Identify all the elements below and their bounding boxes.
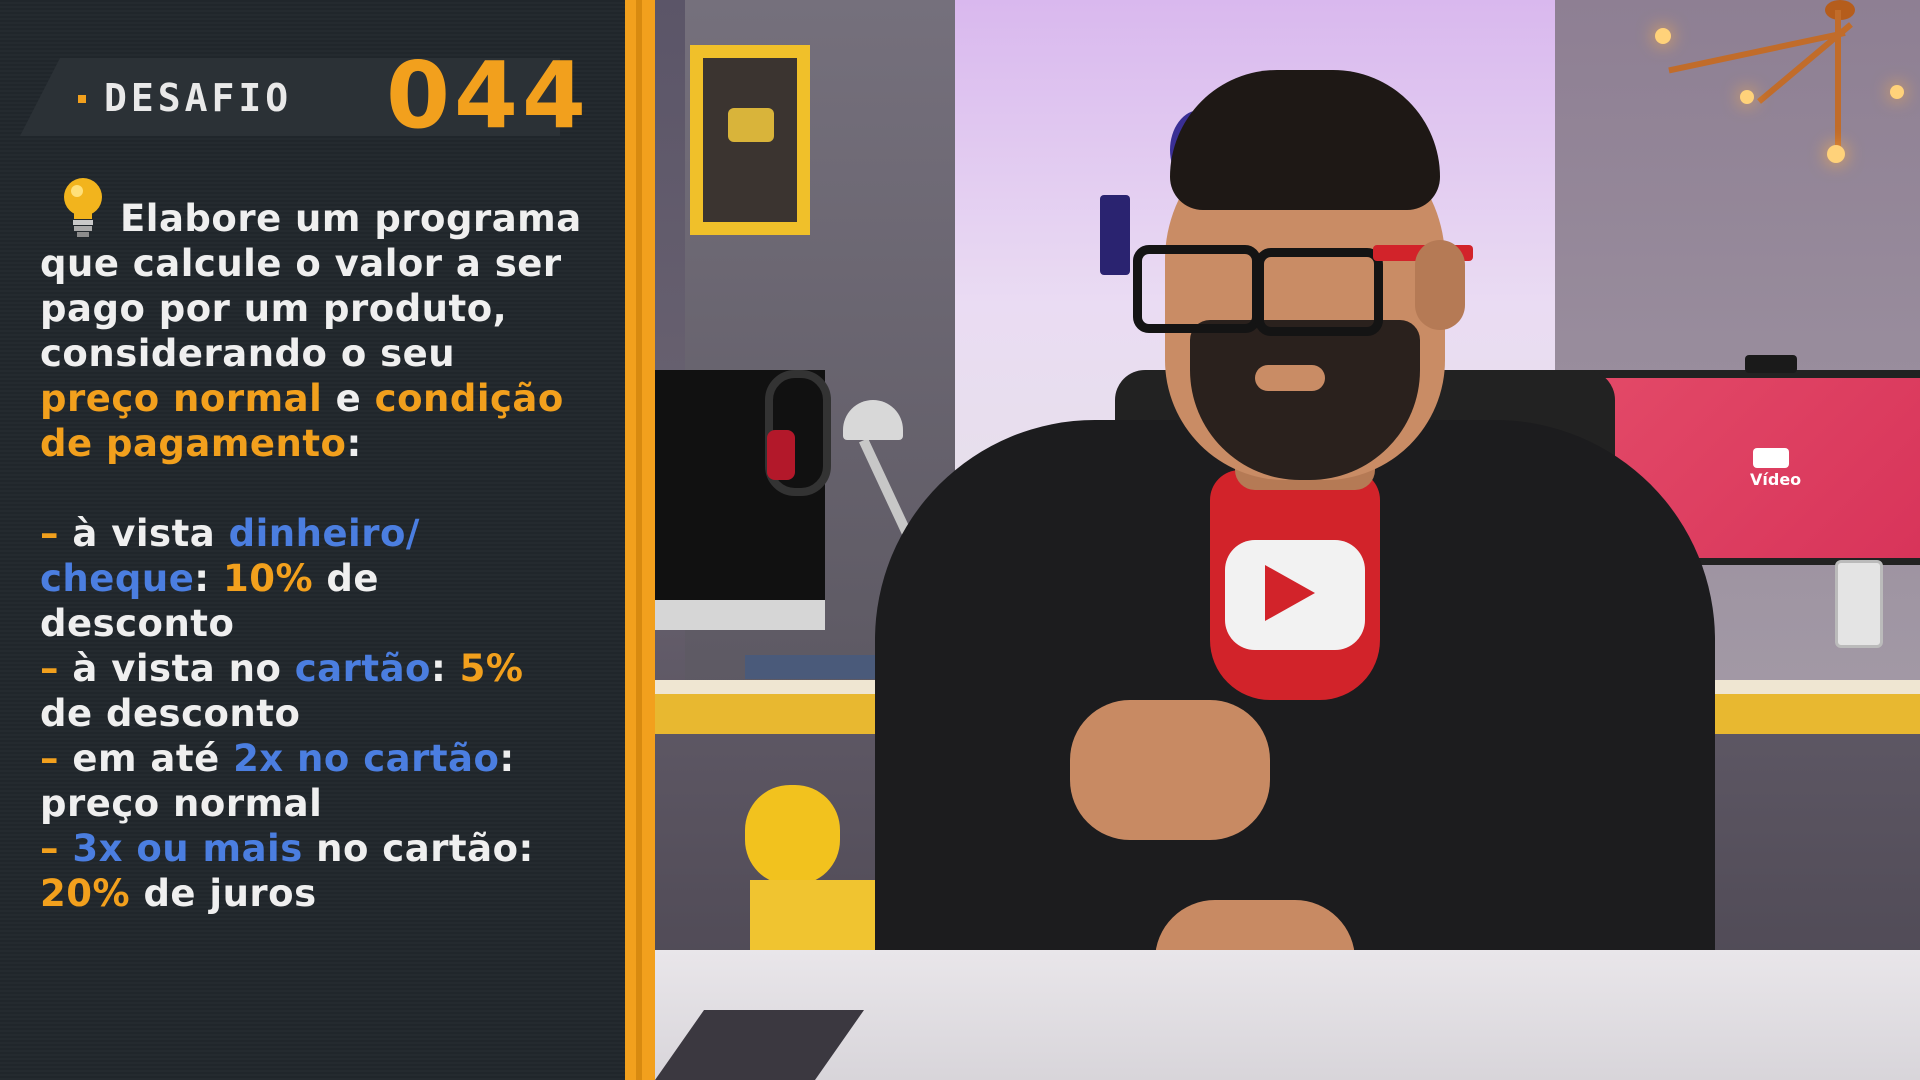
intro-line-4: considerando o seu xyxy=(40,332,456,375)
item-text: à vista xyxy=(72,512,229,555)
item-highlight: 2x no cartão xyxy=(233,737,500,780)
list-dash: – xyxy=(40,647,73,690)
phone xyxy=(1835,560,1883,648)
glasses-right-lens xyxy=(1255,248,1383,336)
item-highlight: cheque xyxy=(40,557,195,600)
chandelier-bulb xyxy=(1740,90,1754,104)
headphone-cup xyxy=(767,430,795,480)
item-text: : xyxy=(499,737,515,780)
chandelier-bulb xyxy=(1655,28,1671,44)
list-item-1-line-3: desconto xyxy=(40,602,235,645)
presenter-mouth xyxy=(1255,365,1325,391)
list-item-2-line-2: de desconto xyxy=(40,692,301,735)
item-text: no cartão: xyxy=(302,827,534,870)
webcam xyxy=(1745,355,1797,373)
monitor-video-label: Vídeo xyxy=(1750,470,1802,489)
price-term: preço normal xyxy=(40,377,323,420)
item-text: de xyxy=(313,557,380,600)
list-item-1-line-1: – à vista dinheiro/ xyxy=(40,511,610,556)
intro-colon: : xyxy=(346,422,362,465)
item-highlight: cartão xyxy=(294,647,431,690)
item-highlight: 3x ou mais xyxy=(72,827,303,870)
item-text: de juros xyxy=(130,872,317,915)
header-bullet xyxy=(78,95,86,103)
chandelier-bulb xyxy=(1827,145,1845,163)
condition-term-2: de pagamento xyxy=(40,422,347,465)
item-value: 5% xyxy=(459,647,524,690)
play-button-award xyxy=(728,108,774,142)
list-item-3-line-1: – em até 2x no cartão: xyxy=(40,736,610,781)
list-dash: – xyxy=(40,512,73,555)
item-text: : xyxy=(430,647,460,690)
intro-line-2: que calcule o valor a ser xyxy=(40,242,562,285)
chandelier-bulb xyxy=(1890,85,1904,99)
intro-line-5: preço normal e condição xyxy=(40,376,610,421)
item-text: em até xyxy=(72,737,234,780)
challenge-text: Elabore um programa que calcule o valor … xyxy=(40,196,610,916)
item-value: 20% xyxy=(40,872,131,915)
list-dash: – xyxy=(40,737,73,780)
list-item-1-line-2: cheque: 10% de xyxy=(40,556,610,601)
intro-line-6: de pagamento: xyxy=(40,421,610,466)
presenter-hand-upper xyxy=(1070,700,1270,840)
challenge-panel: DESAFIO 044 Elabore um programa que calc… xyxy=(0,0,625,1080)
list-item-4-line-1: – 3x ou mais no cartão: xyxy=(40,826,610,871)
list-dash: – xyxy=(40,827,73,870)
yellow-cushion xyxy=(745,785,840,885)
list-item-2-line-1: – à vista no cartão: 5% xyxy=(40,646,610,691)
item-text: à vista no xyxy=(72,647,295,690)
intro-line-1: Elabore um programa xyxy=(120,197,582,240)
list-item-4-line-2: 20% de juros xyxy=(40,871,610,916)
item-text: : xyxy=(194,557,223,600)
intro-line-3: pago por um produto, xyxy=(40,287,508,330)
monitor-play-icon xyxy=(1753,448,1789,468)
left-monitor-bezel xyxy=(655,600,825,630)
conjunction: e xyxy=(322,377,375,420)
video-frame: Vídeo xyxy=(655,0,1920,1080)
challenge-number: 044 xyxy=(386,42,591,149)
item-highlight: dinheiro/ xyxy=(228,512,420,555)
item-value: 10% xyxy=(222,557,314,600)
shirt-play-icon xyxy=(1265,565,1315,621)
glasses-left-lens xyxy=(1133,245,1261,333)
list-item-3-line-2: preço normal xyxy=(40,782,323,825)
presenter-ear xyxy=(1415,240,1465,330)
header-label: DESAFIO xyxy=(104,76,293,120)
divider-shade xyxy=(636,0,642,1080)
wall-logo-fragment xyxy=(1100,195,1130,275)
condition-term-1: condição xyxy=(374,377,564,420)
